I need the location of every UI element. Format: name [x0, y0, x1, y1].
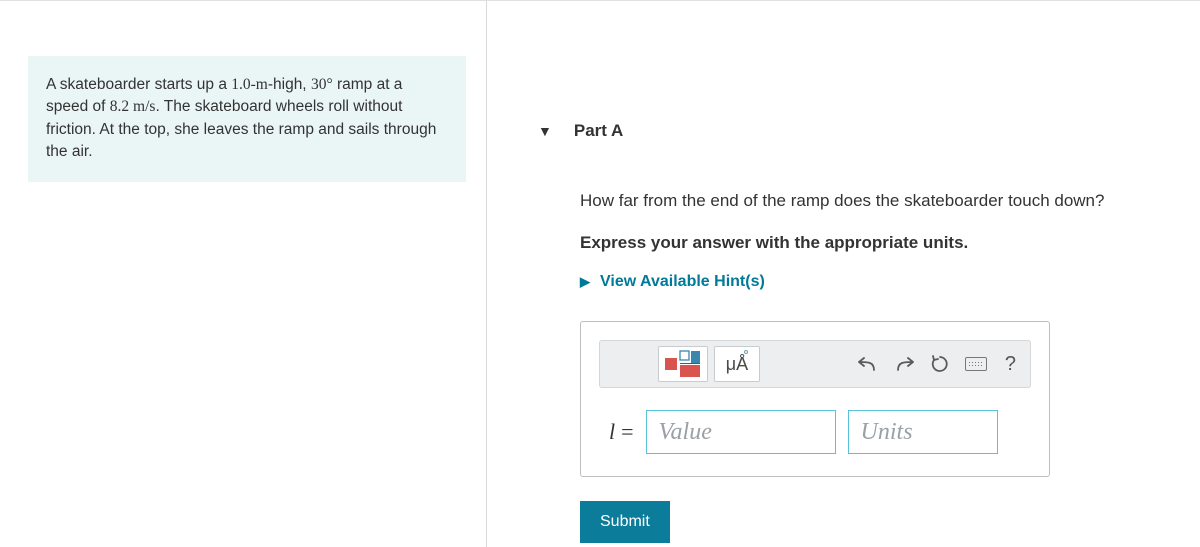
problem-statement: A skateboarder starts up a 1.0-m-high, 3…	[28, 56, 466, 182]
help-button[interactable]: ?	[1001, 353, 1020, 376]
template-picker-button[interactable]	[658, 346, 708, 382]
caret-down-icon: ▼	[538, 123, 552, 139]
reset-icon	[930, 354, 950, 374]
answer-input-box: μÅ	[580, 321, 1050, 477]
problem-panel: A skateboarder starts up a 1.0-m-high, 3…	[0, 1, 486, 547]
value-input[interactable]: Value	[646, 410, 836, 454]
units-input[interactable]: Units	[848, 410, 998, 454]
problem-text-1: A skateboarder starts up a	[46, 76, 231, 93]
redo-icon	[894, 355, 914, 373]
answer-instruction: Express your answer with the appropriate…	[580, 233, 1158, 253]
keyboard-icon	[965, 357, 987, 371]
keyboard-button[interactable]	[965, 353, 987, 375]
part-label: Part A	[574, 121, 623, 141]
special-chars-button[interactable]: μÅ	[714, 346, 760, 382]
hints-label: View Available Hint(s)	[600, 273, 765, 291]
variable-symbol: l	[609, 419, 615, 445]
equals-sign: =	[621, 419, 633, 445]
reset-button[interactable]	[929, 353, 951, 375]
problem-angle: 30°	[311, 76, 333, 93]
problem-text-2: -high,	[268, 76, 311, 93]
part-a-header[interactable]: ▼ Part A	[538, 121, 1200, 141]
special-chars-label: μÅ	[726, 354, 748, 375]
question-text: How far from the end of the ramp does th…	[580, 191, 1158, 211]
problem-height: 1.0-m	[231, 76, 268, 93]
undo-icon	[858, 355, 878, 373]
equation-toolbar: μÅ	[599, 340, 1031, 388]
submit-button[interactable]: Submit	[580, 501, 670, 543]
answer-panel: ▼ Part A How far from the end of the ram…	[486, 1, 1200, 547]
part-a-body: How far from the end of the ramp does th…	[538, 141, 1158, 477]
undo-button[interactable]	[857, 353, 879, 375]
view-hints-toggle[interactable]: ▶ View Available Hint(s)	[580, 273, 1158, 291]
variable-label: l =	[609, 419, 634, 445]
problem-speed: 8.2 m/s	[110, 98, 156, 115]
template-icon	[664, 350, 702, 378]
caret-right-icon: ▶	[580, 274, 590, 290]
redo-button[interactable]	[893, 353, 915, 375]
answer-input-row: l = Value Units	[599, 410, 1031, 454]
